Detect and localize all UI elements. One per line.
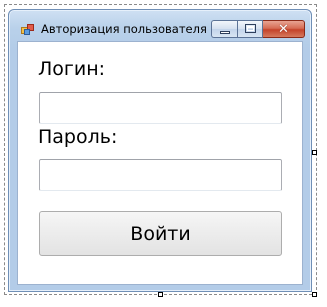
login-label: Логин: <box>38 58 106 80</box>
resize-handle-bottom-right[interactable] <box>312 292 317 297</box>
title-bar[interactable]: Авторизация пользователя ✕ <box>9 10 311 40</box>
password-label: Пароль: <box>38 126 118 148</box>
resize-handle-right[interactable] <box>312 150 317 155</box>
close-icon: ✕ <box>278 21 289 37</box>
password-input[interactable] <box>39 159 282 191</box>
close-button[interactable]: ✕ <box>263 20 305 38</box>
app-form-icon <box>21 24 34 35</box>
resize-handle-bottom[interactable] <box>158 292 163 297</box>
maximize-button[interactable] <box>237 20 263 38</box>
window-title: Авторизация пользователя <box>41 22 207 36</box>
minimize-icon <box>220 31 230 34</box>
minimize-button[interactable] <box>211 20 237 38</box>
maximize-icon <box>245 24 256 33</box>
caption-buttons: ✕ <box>211 20 305 39</box>
login-input[interactable] <box>39 92 282 124</box>
login-button[interactable]: Войти <box>39 211 282 256</box>
